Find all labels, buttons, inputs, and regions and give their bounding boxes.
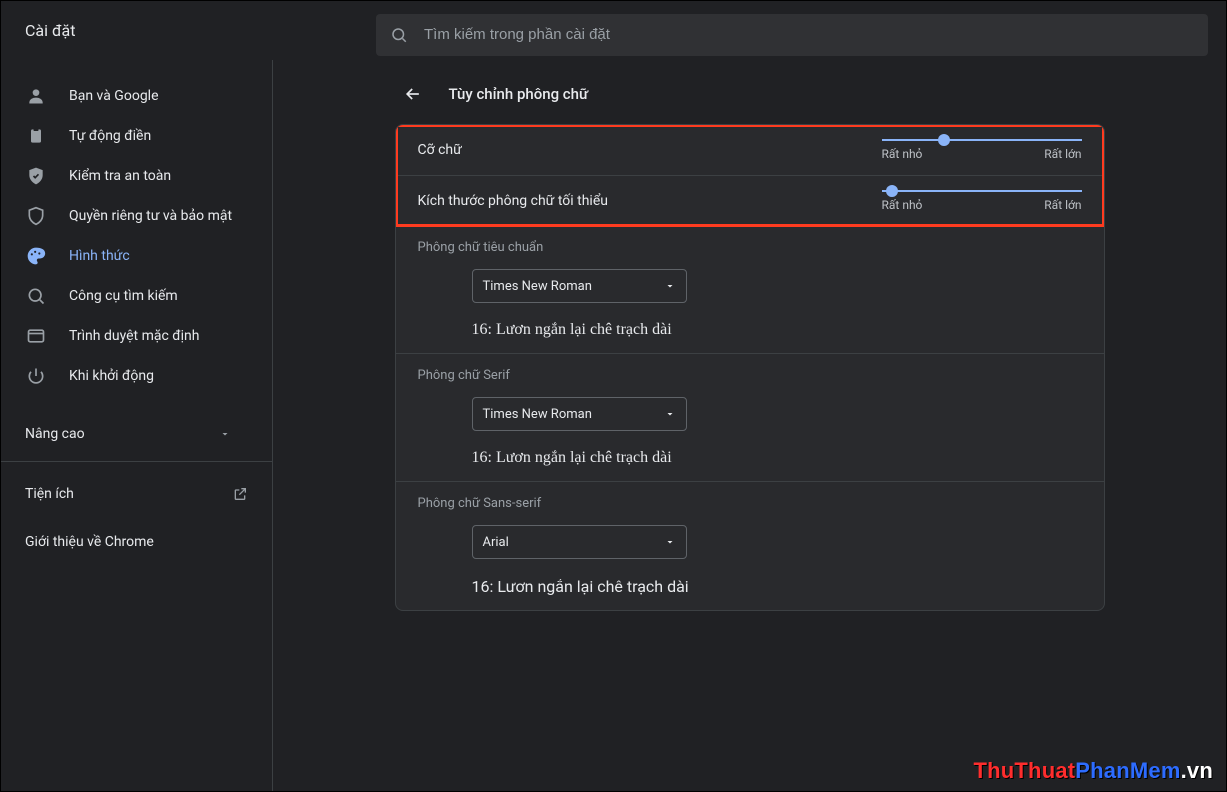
serif-font-row: Phông chữ Serif Times New Roman 16: Lươn… xyxy=(396,354,1104,482)
sidebar-item-label: Khi khởi động xyxy=(69,368,154,384)
clipboard-icon xyxy=(25,126,47,146)
select-value: Times New Roman xyxy=(483,279,592,294)
min-font-size-slider[interactable]: Rất nhỏ Rất lớn xyxy=(882,190,1082,212)
sidebar-item-safety-check[interactable]: Kiểm tra an toàn xyxy=(1,156,272,196)
chevron-down-icon xyxy=(664,536,676,548)
sidebar-item-label: Hình thức xyxy=(69,248,130,264)
external-link-icon xyxy=(232,486,248,502)
section-title: Phông chữ Serif xyxy=(418,368,1082,383)
search-box[interactable] xyxy=(376,14,1208,56)
app-title: Cài đặt xyxy=(1,21,376,40)
browser-icon xyxy=(25,326,47,346)
sans-serif-font-row: Phông chữ Sans-serif Arial 16: Lươn ngắn… xyxy=(396,482,1104,610)
font-size-slider[interactable]: Rất nhỏ Rất lớn xyxy=(882,139,1082,161)
font-sample: 16: Lươn ngắn lại chê trạch dài xyxy=(472,449,1082,467)
sidebar-item-search-engine[interactable]: Công cụ tìm kiếm xyxy=(1,276,272,316)
standard-font-select[interactable]: Times New Roman xyxy=(472,269,687,303)
section-title: Phông chữ Sans-serif xyxy=(418,496,1082,511)
slider-label: Cỡ chữ xyxy=(418,142,462,158)
chevron-down-icon xyxy=(214,428,236,440)
sidebar-item-about[interactable]: Giới thiệu về Chrome xyxy=(1,518,272,566)
sidebar-item-label: Công cụ tìm kiếm xyxy=(69,288,178,304)
search-input[interactable] xyxy=(424,26,1194,43)
slider-max-label: Rất lớn xyxy=(1044,198,1081,212)
standard-font-row: Phông chữ tiêu chuẩn Times New Roman 16:… xyxy=(396,226,1104,354)
slider-thumb[interactable] xyxy=(938,134,950,146)
page-header: Tùy chỉnh phông chữ xyxy=(395,84,1105,124)
slider-min-label: Rất nhỏ xyxy=(882,147,923,161)
sidebar-item-label: Bạn và Google xyxy=(69,88,159,104)
sidebar-item-default-browser[interactable]: Trình duyệt mặc định xyxy=(1,316,272,356)
slider-min-label: Rất nhỏ xyxy=(882,198,923,212)
slider-max-label: Rất lớn xyxy=(1044,147,1081,161)
page-title: Tùy chỉnh phông chữ xyxy=(449,85,589,103)
select-value: Arial xyxy=(483,535,509,550)
sidebar-item-label: Giới thiệu về Chrome xyxy=(25,534,154,550)
sidebar-item-privacy[interactable]: Quyền riêng tư và bảo mật xyxy=(1,196,272,236)
main-panel: Tùy chỉnh phông chữ Cỡ chữ Rất nhỏ Rất l… xyxy=(273,60,1226,791)
search-icon xyxy=(25,286,47,306)
font-sample: 16: Lươn ngắn lại chê trạch dài xyxy=(472,577,1082,596)
font-sample: 16: Lươn ngắn lại chê trạch dài xyxy=(472,321,1082,339)
sidebar-item-you-and-google[interactable]: Bạn và Google xyxy=(1,76,272,116)
sidebar-item-label: Nâng cao xyxy=(25,426,85,442)
sidebar-item-label: Quyền riêng tư và bảo mật xyxy=(69,208,232,224)
serif-font-select[interactable]: Times New Roman xyxy=(472,397,687,431)
sidebar-item-extensions[interactable]: Tiện ích xyxy=(1,470,272,518)
shield-icon xyxy=(25,206,47,226)
back-button[interactable] xyxy=(403,84,423,104)
power-icon xyxy=(25,366,47,386)
sidebar-item-label: Trình duyệt mặc định xyxy=(69,328,200,344)
search-icon xyxy=(390,26,408,44)
sidebar-item-autofill[interactable]: Tự động điền xyxy=(1,116,272,156)
sidebar: Bạn và Google Tự động điền Kiểm tra an t… xyxy=(1,60,273,791)
palette-icon xyxy=(25,246,47,266)
sidebar-item-advanced[interactable]: Nâng cao xyxy=(1,406,272,462)
slider-thumb[interactable] xyxy=(886,185,898,197)
min-font-size-row: Kích thước phông chữ tối thiểu Rất nhỏ R… xyxy=(396,176,1104,226)
sidebar-item-label: Tự động điền xyxy=(69,128,151,144)
font-size-row: Cỡ chữ Rất nhỏ Rất lớn xyxy=(396,125,1104,176)
slider-label: Kích thước phông chữ tối thiểu xyxy=(418,193,608,209)
topbar: Cài đặt xyxy=(1,1,1226,60)
sidebar-item-appearance[interactable]: Hình thức xyxy=(1,236,272,276)
chevron-down-icon xyxy=(664,408,676,420)
sans-serif-font-select[interactable]: Arial xyxy=(472,525,687,559)
settings-card: Cỡ chữ Rất nhỏ Rất lớn Kích thước phông … xyxy=(395,124,1105,611)
sidebar-item-on-startup[interactable]: Khi khởi động xyxy=(1,356,272,396)
sidebar-item-label: Tiện ích xyxy=(25,486,74,502)
section-title: Phông chữ tiêu chuẩn xyxy=(418,240,1082,255)
highlighted-sliders: Cỡ chữ Rất nhỏ Rất lớn Kích thước phông … xyxy=(396,125,1104,226)
select-value: Times New Roman xyxy=(483,407,592,422)
chevron-down-icon xyxy=(664,280,676,292)
sidebar-item-label: Kiểm tra an toàn xyxy=(69,168,171,184)
shield-check-icon xyxy=(25,166,47,186)
person-icon xyxy=(25,86,47,106)
